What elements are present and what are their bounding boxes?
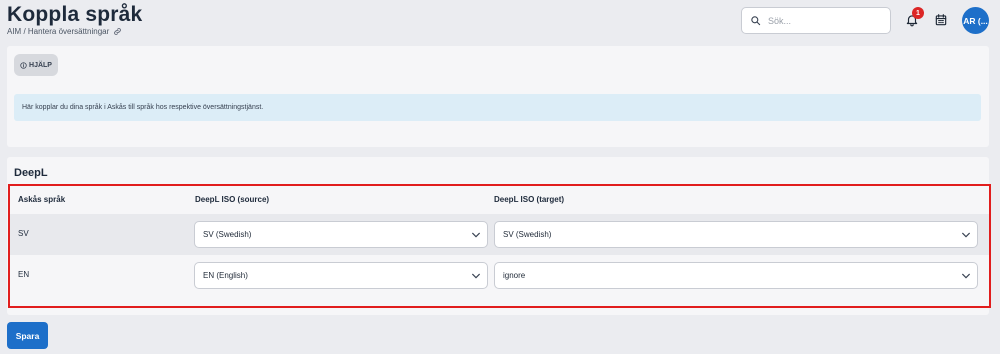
info-icon: [20, 61, 27, 69]
calendar-icon[interactable]: [934, 13, 948, 27]
header: Koppla språk AIM / Hantera översättninga…: [0, 0, 1000, 42]
chevron-down-icon: [962, 232, 970, 238]
deepl-card: DeepL Askås språk DeepL ISO (source) Dee…: [7, 157, 991, 315]
breadcrumb: AIM / Hantera översättningar: [7, 27, 122, 36]
select-value: ignore: [503, 271, 526, 280]
notification-badge[interactable]: 1: [912, 7, 924, 19]
page-title: Koppla språk: [7, 3, 143, 26]
table-row: EN EN (English) ignore: [10, 255, 989, 296]
table-header: Askås språk DeepL ISO (source) DeepL ISO…: [10, 186, 989, 214]
help-button[interactable]: HJÄLP: [14, 54, 58, 76]
select-value: SV (Swedish): [203, 230, 252, 239]
row-language-code: SV: [18, 229, 29, 238]
row-language-code: EN: [18, 270, 30, 279]
save-button[interactable]: Spara: [7, 322, 48, 349]
help-card: HJÄLP Här kopplar du dina språk i Askås …: [7, 46, 989, 147]
link-icon[interactable]: [113, 27, 122, 36]
source-language-select[interactable]: EN (English): [194, 262, 488, 289]
table-row: SV SV (Swedish) SV (Swedish): [10, 214, 989, 255]
info-box: Här kopplar du dina språk i Askås till s…: [14, 94, 981, 121]
search-box[interactable]: [741, 7, 891, 34]
help-button-label: HJÄLP: [29, 61, 52, 69]
column-header-deepl-source: DeepL ISO (source): [195, 195, 270, 204]
target-language-select[interactable]: ignore: [494, 262, 978, 289]
target-language-select[interactable]: SV (Swedish): [494, 221, 978, 248]
search-icon: [751, 16, 761, 26]
column-header-askas-language: Askås språk: [18, 195, 66, 204]
chevron-down-icon: [472, 273, 480, 279]
chevron-down-icon: [472, 232, 480, 238]
source-language-select[interactable]: SV (Swedish): [194, 221, 488, 248]
chevron-down-icon: [962, 273, 970, 279]
deepl-section-title: DeepL: [14, 167, 48, 179]
select-value: EN (English): [203, 271, 248, 280]
user-avatar[interactable]: AR (...: [962, 7, 989, 34]
search-input[interactable]: [768, 15, 878, 26]
column-header-deepl-target: DeepL ISO (target): [494, 195, 565, 204]
select-value: SV (Swedish): [503, 230, 552, 239]
page: Koppla språk AIM / Hantera översättninga…: [0, 0, 1000, 354]
language-mapping-table: Askås språk DeepL ISO (source) DeepL ISO…: [8, 184, 991, 308]
breadcrumb-text[interactable]: AIM / Hantera översättningar: [7, 27, 109, 36]
info-text: Här kopplar du dina språk i Askås till s…: [22, 104, 264, 111]
